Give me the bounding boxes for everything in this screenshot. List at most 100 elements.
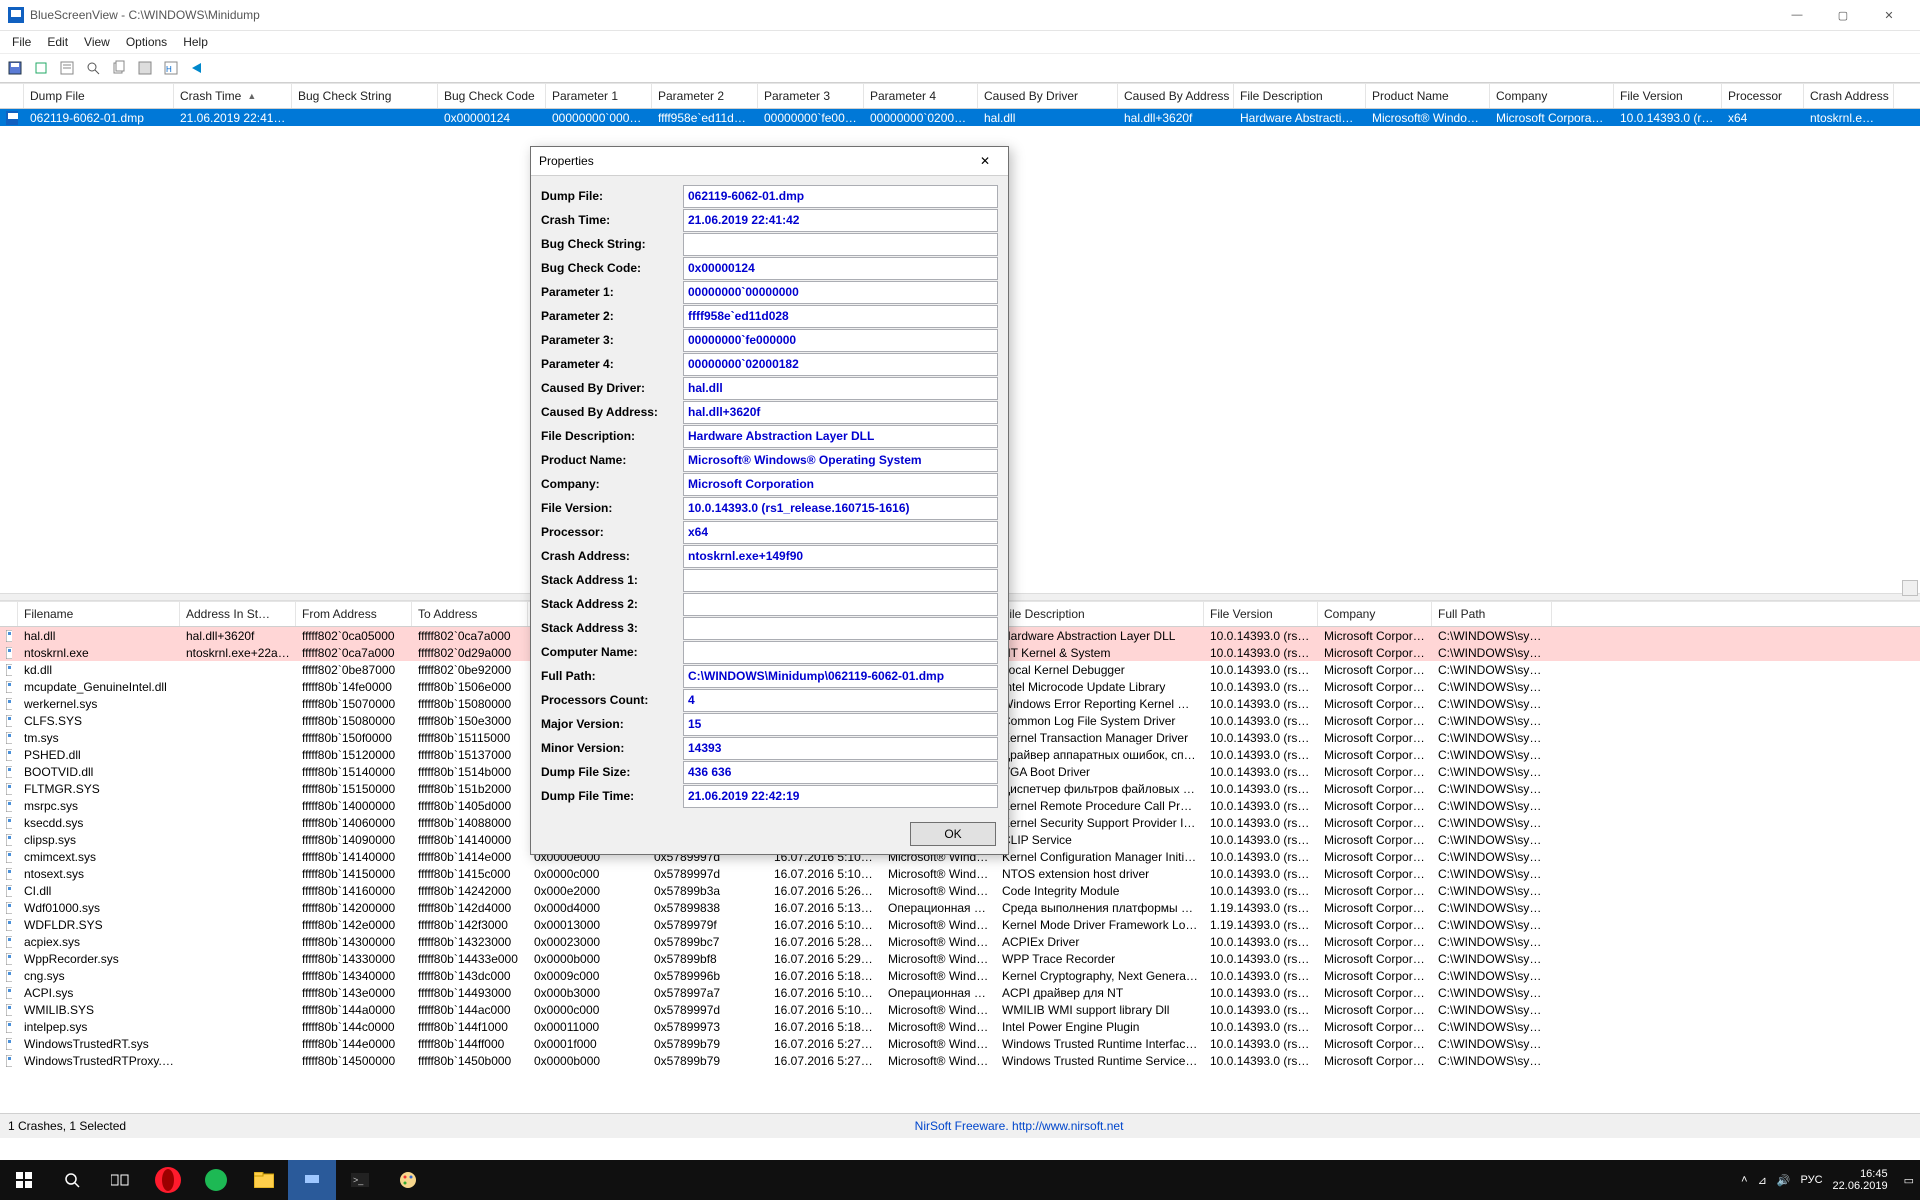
prop-value[interactable] (683, 593, 998, 616)
bot-col-2[interactable]: From Address (296, 602, 412, 626)
tray-clock[interactable]: 16:45 22.06.2019 (1833, 1168, 1894, 1192)
tray-lang[interactable]: РУС (1801, 1174, 1823, 1186)
driver-row[interactable]: WindowsTrustedRT.sysfffff80b`144e0000fff… (0, 1035, 1920, 1052)
prop-value[interactable]: hal.dll (683, 377, 998, 400)
prop-value[interactable]: 436 636 (683, 761, 998, 784)
top-col-4[interactable]: Parameter 1 (546, 84, 652, 108)
exit-icon[interactable] (184, 56, 209, 81)
search-button[interactable] (48, 1160, 96, 1200)
top-col-1[interactable]: Crash Time▲ (174, 84, 292, 108)
bot-col-9[interactable]: File Version (1204, 602, 1318, 626)
prop-value[interactable]: 21.06.2019 22:42:19 (683, 785, 998, 808)
top-col-9[interactable]: Caused By Address (1118, 84, 1234, 108)
close-button[interactable]: ✕ (1866, 0, 1912, 30)
driver-row[interactable]: Wdf01000.sysfffff80b`14200000fffff80b`14… (0, 899, 1920, 916)
tray-network-icon[interactable]: ⊿ (1758, 1174, 1767, 1187)
bot-col-0[interactable]: Filename (18, 602, 180, 626)
status-link[interactable]: NirSoft Freeware. http://www.nirsoft.net (915, 1119, 1124, 1133)
prop-value[interactable]: Hardware Abstraction Layer DLL (683, 425, 998, 448)
maximize-button[interactable]: ▢ (1820, 0, 1866, 30)
menu-help[interactable]: Help (175, 33, 216, 51)
prop-value[interactable]: 00000000`fe000000 (683, 329, 998, 352)
bot-col-1[interactable]: Address In St… (180, 602, 296, 626)
dump-row[interactable]: 062119-6062-01.dmp 21.06.2019 22:41:42 0… (0, 109, 1920, 126)
prop-value[interactable]: 00000000`02000182 (683, 353, 998, 376)
opera-icon[interactable] (144, 1160, 192, 1200)
prop-value[interactable] (683, 641, 998, 664)
prop-value[interactable] (683, 233, 998, 256)
start-button[interactable] (0, 1160, 48, 1200)
prop-value[interactable]: 21.06.2019 22:41:42 (683, 209, 998, 232)
prop-value[interactable]: ffff958e`ed11d028 (683, 305, 998, 328)
save-icon[interactable] (2, 56, 27, 81)
driver-cell: Kernel Security Support Provider Inte… (996, 816, 1204, 830)
top-col-12[interactable]: Company (1490, 84, 1614, 108)
menu-options[interactable]: Options (118, 33, 175, 51)
top-col-13[interactable]: File Version (1614, 84, 1722, 108)
properties-icon[interactable] (54, 56, 79, 81)
prop-value[interactable]: 4 (683, 689, 998, 712)
app-icon-1[interactable] (192, 1160, 240, 1200)
tray-notifications-icon[interactable]: ▭ (1904, 1174, 1914, 1187)
prop-value[interactable] (683, 569, 998, 592)
top-col-8[interactable]: Caused By Driver (978, 84, 1118, 108)
menu-view[interactable]: View (76, 33, 118, 51)
bluescreenview-icon[interactable] (288, 1160, 336, 1200)
driver-row[interactable]: intelpep.sysfffff80b`144c0000fffff80b`14… (0, 1018, 1920, 1035)
paint-icon[interactable] (384, 1160, 432, 1200)
top-col-14[interactable]: Processor (1722, 84, 1804, 108)
bot-col-10[interactable]: Company (1318, 602, 1432, 626)
explorer-icon[interactable] (240, 1160, 288, 1200)
prop-value[interactable]: hal.dll+3620f (683, 401, 998, 424)
prop-value[interactable]: Microsoft® Windows® Operating System (683, 449, 998, 472)
html-report-icon[interactable]: H (158, 56, 183, 81)
prop-value[interactable]: Microsoft Corporation (683, 473, 998, 496)
prop-value[interactable]: 15 (683, 713, 998, 736)
prop-value[interactable]: 10.0.14393.0 (rs1_release.160715-1616) (683, 497, 998, 520)
driver-row[interactable]: acpiex.sysfffff80b`14300000fffff80b`1432… (0, 933, 1920, 950)
prop-value[interactable]: 0x00000124 (683, 257, 998, 280)
top-col-2[interactable]: Bug Check String (292, 84, 438, 108)
prop-value[interactable]: C:\WINDOWS\Minidump\062119-6062-01.dmp (683, 665, 998, 688)
top-col-3[interactable]: Bug Check Code (438, 84, 546, 108)
top-col-7[interactable]: Parameter 4 (864, 84, 978, 108)
menu-file[interactable]: File (4, 33, 39, 51)
bot-col-11[interactable]: Full Path (1432, 602, 1552, 626)
prop-value[interactable]: ntoskrnl.exe+149f90 (683, 545, 998, 568)
dialog-ok-button[interactable]: OK (910, 822, 996, 846)
driver-row[interactable]: cng.sysfffff80b`14340000fffff80b`143dc00… (0, 967, 1920, 984)
bot-col-8[interactable]: File Description (996, 602, 1204, 626)
top-col-10[interactable]: File Description (1234, 84, 1366, 108)
prop-value[interactable]: 14393 (683, 737, 998, 760)
options-icon[interactable] (132, 56, 157, 81)
driver-row[interactable]: CI.dllfffff80b`14160000fffff80b`14242000… (0, 882, 1920, 899)
driver-row[interactable]: WppRecorder.sysfffff80b`14330000fffff80b… (0, 950, 1920, 967)
menu-edit[interactable]: Edit (39, 33, 76, 51)
copy-icon[interactable] (106, 56, 131, 81)
dialog-titlebar[interactable]: Properties ✕ (531, 147, 1008, 176)
minimize-button[interactable]: — (1774, 0, 1820, 30)
driver-row[interactable]: WMILIB.SYSfffff80b`144a0000fffff80b`144a… (0, 1001, 1920, 1018)
driver-row[interactable]: WindowsTrustedRTProxy.sysfffff80b`145000… (0, 1052, 1920, 1069)
prop-value[interactable]: 00000000`00000000 (683, 281, 998, 304)
top-col-0[interactable]: Dump File (24, 84, 174, 108)
task-view-button[interactable] (96, 1160, 144, 1200)
tray-volume-icon[interactable]: 🔊 (1777, 1174, 1791, 1187)
driver-row[interactable]: ntosext.sysfffff80b`14150000fffff80b`141… (0, 865, 1920, 882)
top-col-15[interactable]: Crash Address (1804, 84, 1894, 108)
driver-row[interactable]: WDFLDR.SYSfffff80b`142e0000fffff80b`142f… (0, 916, 1920, 933)
driver-file-icon (0, 1004, 18, 1016)
find-icon[interactable] (80, 56, 105, 81)
top-col-11[interactable]: Product Name (1366, 84, 1490, 108)
top-col-6[interactable]: Parameter 3 (758, 84, 864, 108)
prop-value[interactable]: x64 (683, 521, 998, 544)
prop-value[interactable]: 062119-6062-01.dmp (683, 185, 998, 208)
terminal-icon[interactable]: >_ (336, 1160, 384, 1200)
tray-chevron-icon[interactable]: ˄ (1741, 1174, 1747, 1186)
refresh-icon[interactable] (28, 56, 53, 81)
dialog-close-icon[interactable]: ✕ (970, 154, 1000, 168)
bot-col-3[interactable]: To Address (412, 602, 528, 626)
top-col-5[interactable]: Parameter 2 (652, 84, 758, 108)
prop-value[interactable] (683, 617, 998, 640)
driver-row[interactable]: ACPI.sysfffff80b`143e0000fffff80b`144930… (0, 984, 1920, 1001)
